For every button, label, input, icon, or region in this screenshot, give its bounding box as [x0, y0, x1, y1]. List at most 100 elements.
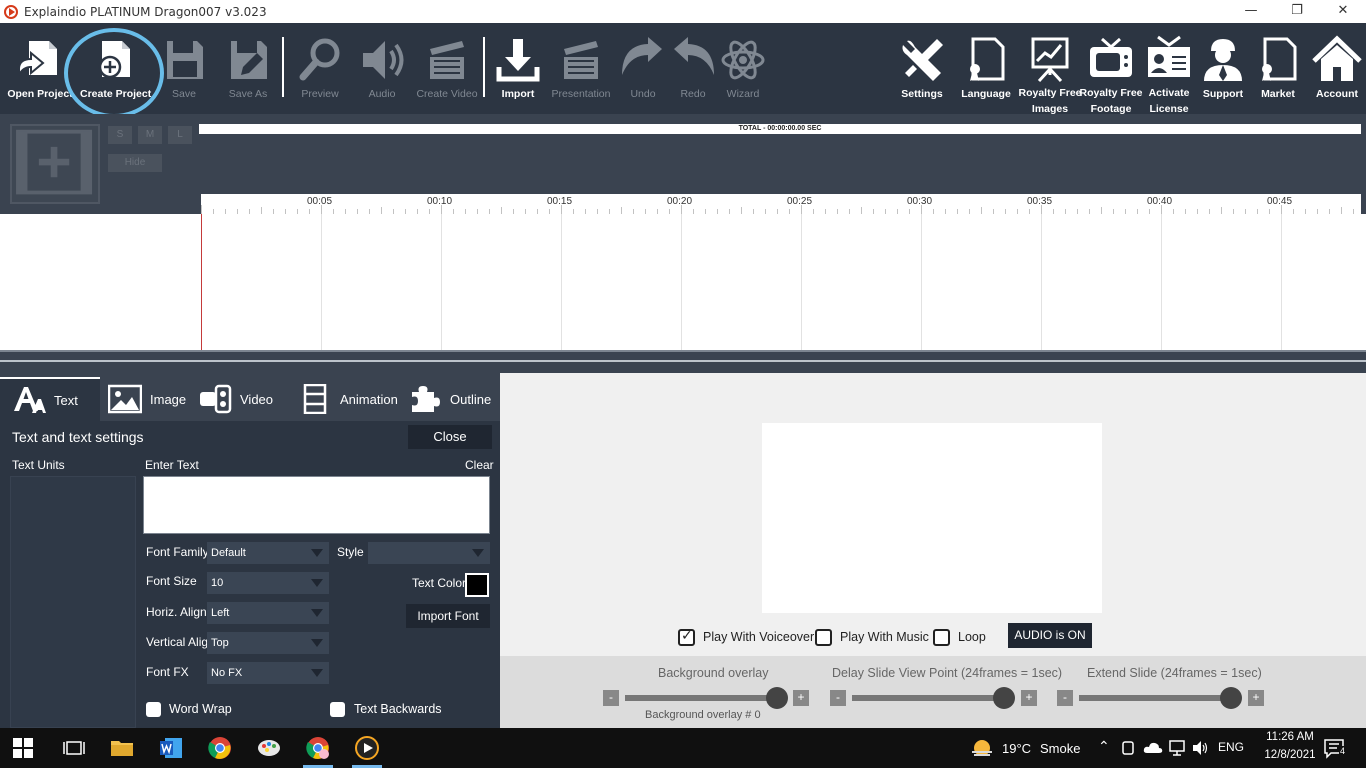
language-button[interactable]: Language — [953, 35, 1019, 115]
size-large-button[interactable]: L — [168, 126, 192, 144]
background-overlay-plus[interactable]: + — [793, 690, 809, 706]
clock-time[interactable]: 11:26 AM — [1250, 731, 1330, 743]
word-wrap-checkbox[interactable] — [146, 702, 161, 717]
tab-image-label: Image — [150, 391, 187, 407]
import-font-button[interactable]: Import Font — [406, 604, 490, 628]
tab-video[interactable]: Video — [198, 377, 273, 421]
weather-condition[interactable]: Smoke — [1040, 741, 1080, 756]
meet-now-icon[interactable] — [1120, 739, 1138, 757]
volume-icon[interactable] — [1191, 739, 1209, 757]
background-overlay-track[interactable] — [625, 695, 785, 701]
create-project-button[interactable]: Create Project — [80, 35, 151, 115]
open-project-button[interactable]: Open Project — [7, 35, 73, 115]
panel-title: Text and text settings — [12, 429, 144, 445]
background-overlay-thumb[interactable] — [766, 687, 788, 709]
wizard-button[interactable]: Wizard — [710, 35, 776, 115]
timeline-track[interactable] — [0, 214, 1366, 352]
account-button[interactable]: Account — [1304, 35, 1366, 115]
chrome-profile-icon[interactable] — [306, 736, 330, 760]
background-overlay-minus[interactable]: - — [603, 690, 619, 706]
chevron-up-icon[interactable]: ⌃ — [1098, 738, 1110, 755]
audio-button[interactable]: Audio — [349, 35, 415, 115]
chrome-icon[interactable] — [208, 736, 232, 760]
delay-slide-track[interactable] — [852, 695, 1012, 701]
extend-slide-plus[interactable]: + — [1248, 690, 1264, 706]
presentation-label: Presentation — [551, 88, 611, 100]
ruler-label: 00:20 — [667, 196, 693, 207]
task-view-icon[interactable] — [62, 736, 86, 760]
extend-slide-thumb[interactable] — [1220, 687, 1242, 709]
royalty-free-footage-button[interactable]: Royalty Free Footage — [1078, 35, 1144, 115]
delay-slide-plus[interactable]: + — [1021, 690, 1037, 706]
size-small-button[interactable]: S — [108, 126, 132, 144]
import-label: Import — [501, 88, 535, 100]
font-family-select[interactable]: Default — [207, 542, 329, 564]
audio-toggle-button[interactable]: AUDIO is ON — [1008, 623, 1092, 648]
id-card-icon — [1148, 35, 1190, 77]
enter-text-input[interactable] — [143, 476, 490, 534]
clock-date[interactable]: 12/8/2021 — [1250, 749, 1330, 761]
background-overlay-title: Background overlay — [658, 666, 769, 680]
font-size-select[interactable]: 10 — [207, 572, 329, 594]
hide-button[interactable]: Hide — [108, 154, 162, 172]
tab-animation[interactable]: Animation — [298, 377, 398, 421]
network-icon[interactable] — [1168, 739, 1186, 757]
tab-outline[interactable]: Outline — [408, 377, 491, 421]
settings-button[interactable]: Settings — [889, 35, 955, 115]
file-explorer-icon[interactable] — [110, 736, 134, 760]
vertical-align-select[interactable]: Top — [207, 632, 329, 654]
import-button[interactable]: Import — [485, 35, 551, 115]
playhead[interactable] — [201, 214, 202, 350]
windows-start-icon[interactable] — [13, 738, 33, 758]
restore-button[interactable]: ❐ — [1274, 0, 1320, 23]
font-size-label: Font Size — [146, 574, 197, 588]
notification-count: 4 — [1339, 746, 1347, 756]
tab-text[interactable]: Text — [0, 377, 100, 421]
preview-canvas[interactable] — [762, 423, 1102, 613]
save-as-button[interactable]: Save As — [215, 35, 281, 115]
explaindio-taskbar-icon[interactable] — [355, 736, 379, 760]
weather-sun-icon[interactable] — [970, 736, 994, 760]
play-with-music-checkbox[interactable] — [815, 629, 832, 646]
close-window-button[interactable]: ✕ — [1320, 0, 1366, 23]
extend-slide-track[interactable] — [1079, 695, 1239, 701]
style-select[interactable] — [368, 542, 490, 564]
weather-temperature[interactable]: 19°C — [1002, 741, 1031, 756]
play-with-voiceover-checkbox[interactable] — [678, 628, 695, 646]
style-label: Style — [337, 545, 364, 559]
speaker-icon — [363, 41, 404, 79]
puzzle-piece-icon — [412, 386, 440, 412]
extend-slide-minus[interactable]: - — [1057, 690, 1073, 706]
word-icon[interactable] — [159, 736, 183, 760]
close-panel-button[interactable]: Close — [408, 425, 492, 449]
ruler-label: 00:15 — [547, 196, 573, 207]
minimize-button[interactable]: — — [1228, 0, 1274, 23]
market-button[interactable]: Market — [1245, 35, 1311, 115]
input-language[interactable]: ENG — [1218, 740, 1244, 754]
text-color-swatch[interactable] — [465, 573, 489, 597]
preview-button[interactable]: Preview — [287, 35, 353, 115]
font-fx-select[interactable]: No FX — [207, 662, 329, 684]
tab-image[interactable]: Image — [108, 377, 186, 421]
loop-checkbox[interactable] — [933, 629, 950, 646]
size-medium-button[interactable]: M — [138, 126, 162, 144]
create-video-button[interactable]: Create Video — [414, 35, 480, 115]
panel-splitter[interactable] — [0, 352, 1366, 373]
create-video-label: Create Video — [416, 88, 478, 100]
horiz-align-select[interactable]: Left — [207, 602, 329, 624]
paint-palette-icon[interactable] — [257, 736, 281, 760]
royalty-free-images-button[interactable]: Royalty Free Images — [1017, 35, 1083, 115]
save-button[interactable]: Save — [151, 35, 217, 115]
delay-slide-thumb[interactable] — [993, 687, 1015, 709]
text-backwards-checkbox[interactable] — [330, 702, 345, 717]
text-units-list[interactable] — [10, 476, 136, 728]
onedrive-cloud-icon[interactable] — [1143, 739, 1163, 757]
account-label: Account — [1316, 88, 1358, 100]
clear-text-button[interactable]: Clear — [465, 458, 494, 472]
delay-slide-minus[interactable]: - — [830, 690, 846, 706]
tab-animation-label: Animation — [340, 391, 398, 407]
add-scene-thumbnail[interactable] — [10, 124, 100, 204]
presentation-button[interactable]: Presentation — [548, 35, 614, 115]
ruler-label: 00:25 — [787, 196, 813, 207]
timeline-ruler[interactable]: 00:05 00:10 00:15 00:20 00:25 00:30 00:35 00:40… — [201, 194, 1361, 214]
